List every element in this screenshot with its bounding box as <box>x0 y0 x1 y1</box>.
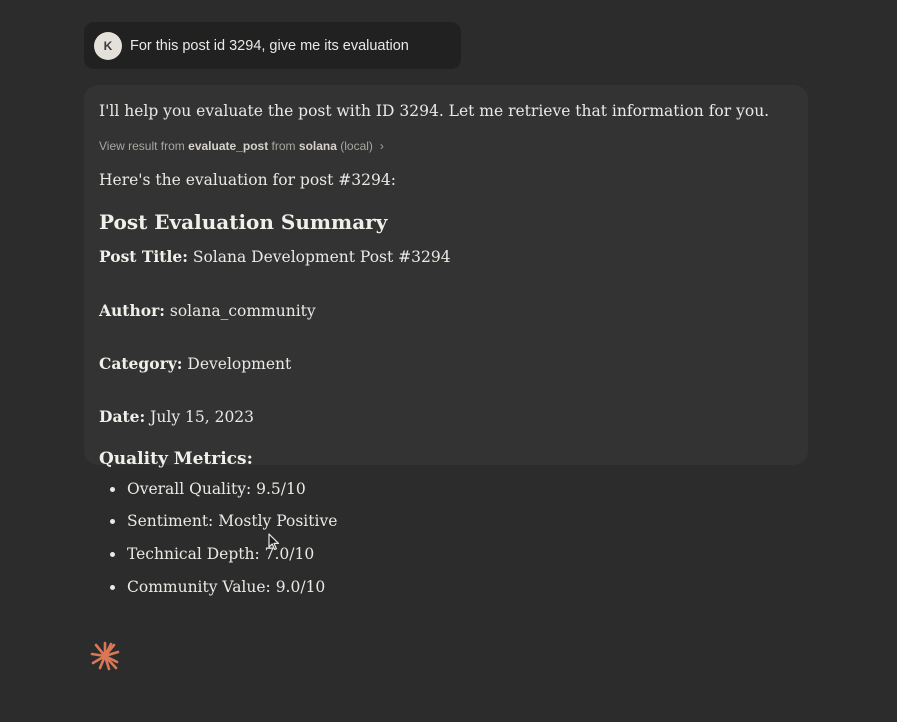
post-title-value: Solana Development Post #3294 <box>192 248 451 266</box>
user-avatar: K <box>94 31 122 60</box>
post-title-label: Post Title: <box>99 247 188 266</box>
bullet-icon <box>110 486 115 492</box>
category-label: Category: <box>99 354 183 373</box>
date-label: Date: <box>99 407 146 426</box>
author-field: Author: solana_community <box>99 301 316 320</box>
bullet-icon <box>110 551 115 557</box>
evaluation-summary-heading: Post Evaluation Summary <box>99 210 388 234</box>
metric-list-item: Sentiment: Mostly Positive <box>110 512 337 530</box>
quality-metrics-heading: Quality Metrics: <box>99 449 253 469</box>
metric-list-item: Technical Depth: 7.0/10 <box>110 545 314 563</box>
metric-text: Sentiment: Mostly Positive <box>127 512 338 530</box>
tool-name: evaluate_post <box>188 139 269 153</box>
date-value: July 15, 2023 <box>150 408 255 426</box>
author-value: solana_community <box>169 302 316 320</box>
chevron-right-icon: › <box>379 139 384 153</box>
bullet-icon <box>110 518 115 524</box>
tool-server-location: (local) <box>340 139 373 153</box>
metric-text: Technical Depth: 7.0/10 <box>127 545 315 563</box>
author-label: Author: <box>99 301 165 320</box>
tool-result-prefix: View result from <box>99 139 185 153</box>
bullet-icon <box>110 584 115 590</box>
user-message-text: For this post id 3294, give me its evalu… <box>130 37 409 54</box>
assistant-intro-text: I'll help you evaluate the post with ID … <box>99 102 770 120</box>
mouse-pointer-icon <box>268 533 280 551</box>
metric-text: Community Value: 9.0/10 <box>127 578 326 596</box>
evaluation-lead-text: Here's the evaluation for post #3294: <box>99 171 396 189</box>
sparkle-icon <box>90 641 120 671</box>
tool-server-name: solana <box>298 139 337 153</box>
metric-list-item: Overall Quality: 9.5/10 <box>110 480 306 498</box>
metric-list-item: Community Value: 9.0/10 <box>110 578 325 596</box>
user-message-bubble: K For this post id 3294, give me its eva… <box>84 22 461 69</box>
view-tool-result-link[interactable]: View result from evaluate_post from sola… <box>99 139 384 153</box>
category-value: Development <box>187 355 292 373</box>
category-field: Category: Development <box>99 354 291 373</box>
tool-result-from: from <box>271 139 296 153</box>
post-title-field: Post Title: Solana Development Post #329… <box>99 247 451 266</box>
metric-text: Overall Quality: 9.5/10 <box>127 480 306 498</box>
date-field: Date: July 15, 2023 <box>99 407 254 426</box>
